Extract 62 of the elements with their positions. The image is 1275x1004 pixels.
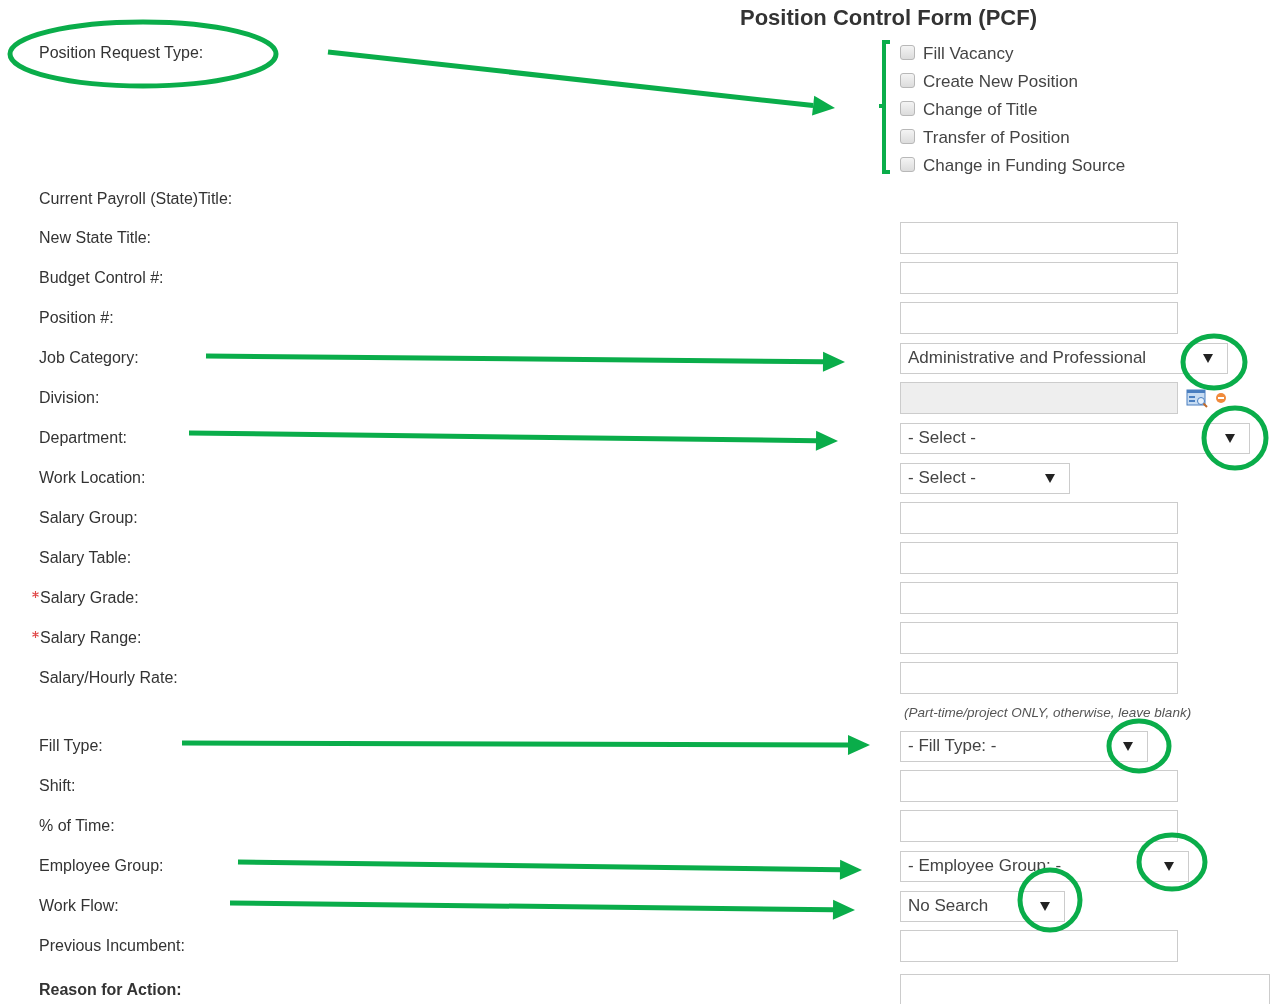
field-label: Budget Control #: — [39, 269, 164, 287]
checkbox-label: Create New Position — [923, 72, 1078, 92]
highlight-circle — [1201, 405, 1269, 471]
form-title: Position Control Form (PCF) — [740, 5, 1037, 31]
text-field[interactable] — [900, 302, 1178, 334]
field-label: Current Payroll (State)Title: — [39, 190, 233, 208]
checkbox[interactable] — [900, 100, 915, 116]
text-field[interactable] — [900, 622, 1178, 654]
field-label: Salary/Hourly Rate: — [39, 669, 178, 687]
checkbox[interactable] — [900, 72, 915, 88]
text-field[interactable] — [900, 930, 1178, 962]
caret-icon — [1225, 433, 1235, 443]
checkbox-label: Change of Title — [923, 100, 1038, 120]
field-label: Shift: — [39, 777, 76, 795]
lookup-icon[interactable] — [1186, 388, 1208, 408]
clear-icon[interactable] — [1216, 393, 1226, 403]
field-label: Work Flow: — [39, 897, 119, 915]
field-label: Employee Group: — [39, 857, 164, 875]
text-field[interactable] — [900, 502, 1178, 534]
field-label: % of Time: — [39, 817, 115, 835]
field-label: New State Title: — [39, 229, 152, 247]
text-field[interactable] — [900, 262, 1178, 294]
text-field[interactable] — [900, 662, 1178, 694]
field-label: Salary Grade: — [40, 589, 139, 607]
field-label: Previous Incumbent: — [39, 937, 185, 955]
highlight-circle — [1136, 832, 1208, 892]
caret-icon — [1045, 473, 1055, 483]
text-area[interactable] — [900, 974, 1270, 1004]
checkbox-label: Change in Funding Source — [923, 156, 1126, 176]
field-label: Salary Range: — [40, 629, 142, 647]
highlight-circle — [1106, 718, 1172, 774]
dropdown[interactable]: - Fill Type: - — [900, 730, 1148, 762]
field-label: Position #: — [39, 309, 114, 327]
dropdown[interactable]: - Select - — [900, 422, 1250, 454]
caret-icon — [1203, 353, 1213, 363]
field-hint: (Part-time/project ONLY, otherwise, leave blank) — [903, 704, 1193, 720]
highlight-circle — [1180, 333, 1248, 391]
checkbox-label: Fill Vacancy — [923, 44, 1014, 64]
caret-icon — [1040, 901, 1050, 911]
field-label: Department: — [39, 429, 128, 447]
field-label: Salary Table: — [39, 549, 132, 567]
text-field[interactable] — [900, 222, 1178, 254]
text-field[interactable] — [900, 582, 1178, 614]
checkbox[interactable] — [900, 128, 915, 144]
field-label: Division: — [39, 389, 100, 407]
text-field[interactable] — [900, 770, 1178, 802]
dropdown[interactable]: Administrative and Professional — [900, 342, 1228, 374]
caret-icon — [1123, 741, 1133, 751]
dropdown[interactable]: No Search — [900, 890, 1065, 922]
field-label: Reason for Action: — [39, 981, 182, 999]
text-field[interactable] — [900, 810, 1178, 842]
field-label: Position Request Type: — [39, 44, 204, 62]
checkbox[interactable] — [900, 44, 915, 60]
caret-icon — [1164, 861, 1174, 871]
text-field[interactable] — [900, 542, 1178, 574]
field-label: Fill Type: — [39, 737, 103, 755]
dropdown[interactable]: - Select - — [900, 462, 1070, 494]
checkbox-label: Transfer of Position — [923, 128, 1070, 148]
field-label: Work Location: — [39, 469, 146, 487]
field-label: Salary Group: — [39, 509, 138, 527]
checkbox[interactable] — [900, 156, 915, 172]
field-label: Job Category: — [39, 349, 139, 367]
